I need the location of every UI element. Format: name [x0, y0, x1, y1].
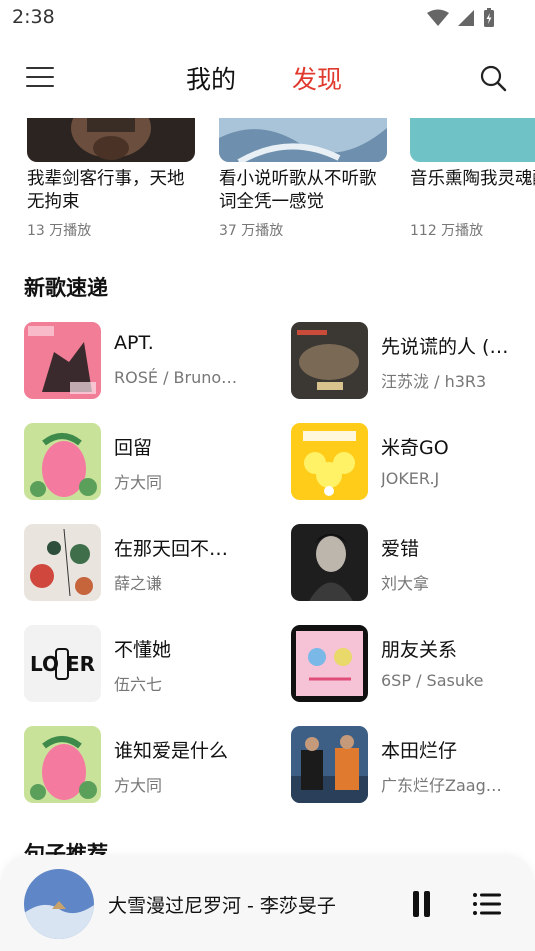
- song-artist: 广东烂仔Zaag…: [381, 776, 502, 795]
- song-title: 本田烂仔: [381, 740, 458, 762]
- playlist-cover: [219, 118, 387, 162]
- playlist-title: 音乐熏陶我灵魂醉了流年: [410, 169, 535, 189]
- playlist-cover: [410, 118, 535, 162]
- song-item[interactable]: 爱错 刘大拿: [291, 524, 531, 602]
- section-title-new-songs: 新歌速递: [24, 276, 108, 300]
- song-title: 回留: [114, 437, 153, 459]
- status-time: 2:38: [12, 6, 55, 28]
- menu-icon[interactable]: [26, 64, 56, 90]
- song-artist: 伍六七: [114, 675, 163, 694]
- song-title: 朋友关系: [381, 639, 458, 661]
- song-item[interactable]: LO ER 不懂她 伍六七: [24, 625, 264, 703]
- mini-player[interactable]: 大雪漫过尼罗河 - 李莎旻子: [0, 855, 535, 951]
- song-title: 不懂她: [114, 639, 172, 661]
- tab-discover[interactable]: 发现: [292, 60, 342, 96]
- song-cover: [291, 322, 368, 399]
- playlist-row: 我辈剑客行事，天地无拘束 13 万播放 看小说听歌从不听歌词全凭一感觉 37 万…: [0, 118, 535, 248]
- song-item[interactable]: 朋友关系 6SP / Sasuke: [291, 625, 531, 703]
- song-title: 米奇GO: [381, 437, 449, 459]
- song-title: 谁知爱是什么: [114, 740, 229, 762]
- svg-text:LO ER: LO ER: [30, 652, 95, 676]
- song-artist: ROSÉ / Bruno…: [114, 368, 238, 387]
- song-cover: [24, 322, 101, 399]
- song-cover: [24, 423, 101, 500]
- song-item[interactable]: 回留 方大同: [24, 423, 264, 501]
- now-playing-cover[interactable]: [24, 869, 94, 939]
- playlist-plays: 13 万播放: [27, 223, 92, 239]
- song-cover: [291, 625, 368, 702]
- playlist-plays: 112 万播放: [410, 223, 484, 239]
- song-artist: JOKER.J: [381, 469, 440, 488]
- song-item[interactable]: 谁知爱是什么 方大同: [24, 726, 264, 804]
- song-title: APT.: [114, 332, 154, 354]
- status-icons: [427, 8, 495, 28]
- wifi-icon: [427, 9, 449, 26]
- playlist-title: 我辈剑客行事，天地无拘束: [27, 169, 185, 212]
- playlist-card[interactable]: 我辈剑客行事，天地无拘束 13 万播放: [27, 118, 197, 240]
- song-title: 先说谎的人 (…: [381, 336, 509, 358]
- song-artist: 方大同: [114, 776, 163, 795]
- song-artist: 刘大拿: [381, 574, 430, 593]
- song-item[interactable]: 本田烂仔 广东烂仔Zaag…: [291, 726, 531, 804]
- playlist-cover: [27, 118, 195, 162]
- song-cover: [291, 423, 368, 500]
- song-cover: [291, 524, 368, 601]
- signal-icon: [458, 10, 474, 26]
- playlist-card[interactable]: 音乐熏陶我灵魂醉了流年 112 万播放: [410, 118, 535, 240]
- playlist-plays: 37 万播放: [219, 223, 284, 239]
- song-artist: 方大同: [114, 473, 163, 492]
- song-artist: 6SP / Sasuke: [381, 671, 484, 690]
- playlist-title: 看小说听歌从不听歌词全凭一感觉: [219, 169, 377, 212]
- playlist-queue-icon[interactable]: [472, 891, 502, 917]
- top-nav: 我的 发现: [0, 50, 535, 106]
- status-bar: 2:38: [0, 0, 535, 36]
- search-icon[interactable]: [479, 64, 507, 92]
- now-playing-title: 大雪漫过尼罗河 - 李莎旻子: [108, 895, 336, 917]
- song-cover: LO ER: [24, 625, 101, 702]
- tab-mine[interactable]: 我的: [186, 60, 236, 96]
- song-artist: 薛之谦: [114, 574, 163, 593]
- battery-icon: [484, 8, 494, 27]
- song-cover: [24, 726, 101, 803]
- song-item[interactable]: 米奇GO JOKER.J: [291, 423, 531, 501]
- song-cover: [291, 726, 368, 803]
- song-title: 在那天回不…: [114, 538, 229, 560]
- song-artist: 汪苏泷 / h3R3: [381, 372, 487, 391]
- song-item[interactable]: APT. ROSÉ / Bruno…: [24, 322, 264, 400]
- song-cover: [24, 524, 101, 601]
- song-title: 爱错: [381, 538, 420, 560]
- song-item[interactable]: 先说谎的人 (… 汪苏泷 / h3R3: [291, 322, 531, 400]
- playlist-card[interactable]: 看小说听歌从不听歌词全凭一感觉 37 万播放: [219, 118, 389, 240]
- pause-icon[interactable]: [412, 891, 432, 917]
- song-item[interactable]: 在那天回不… 薛之谦: [24, 524, 264, 602]
